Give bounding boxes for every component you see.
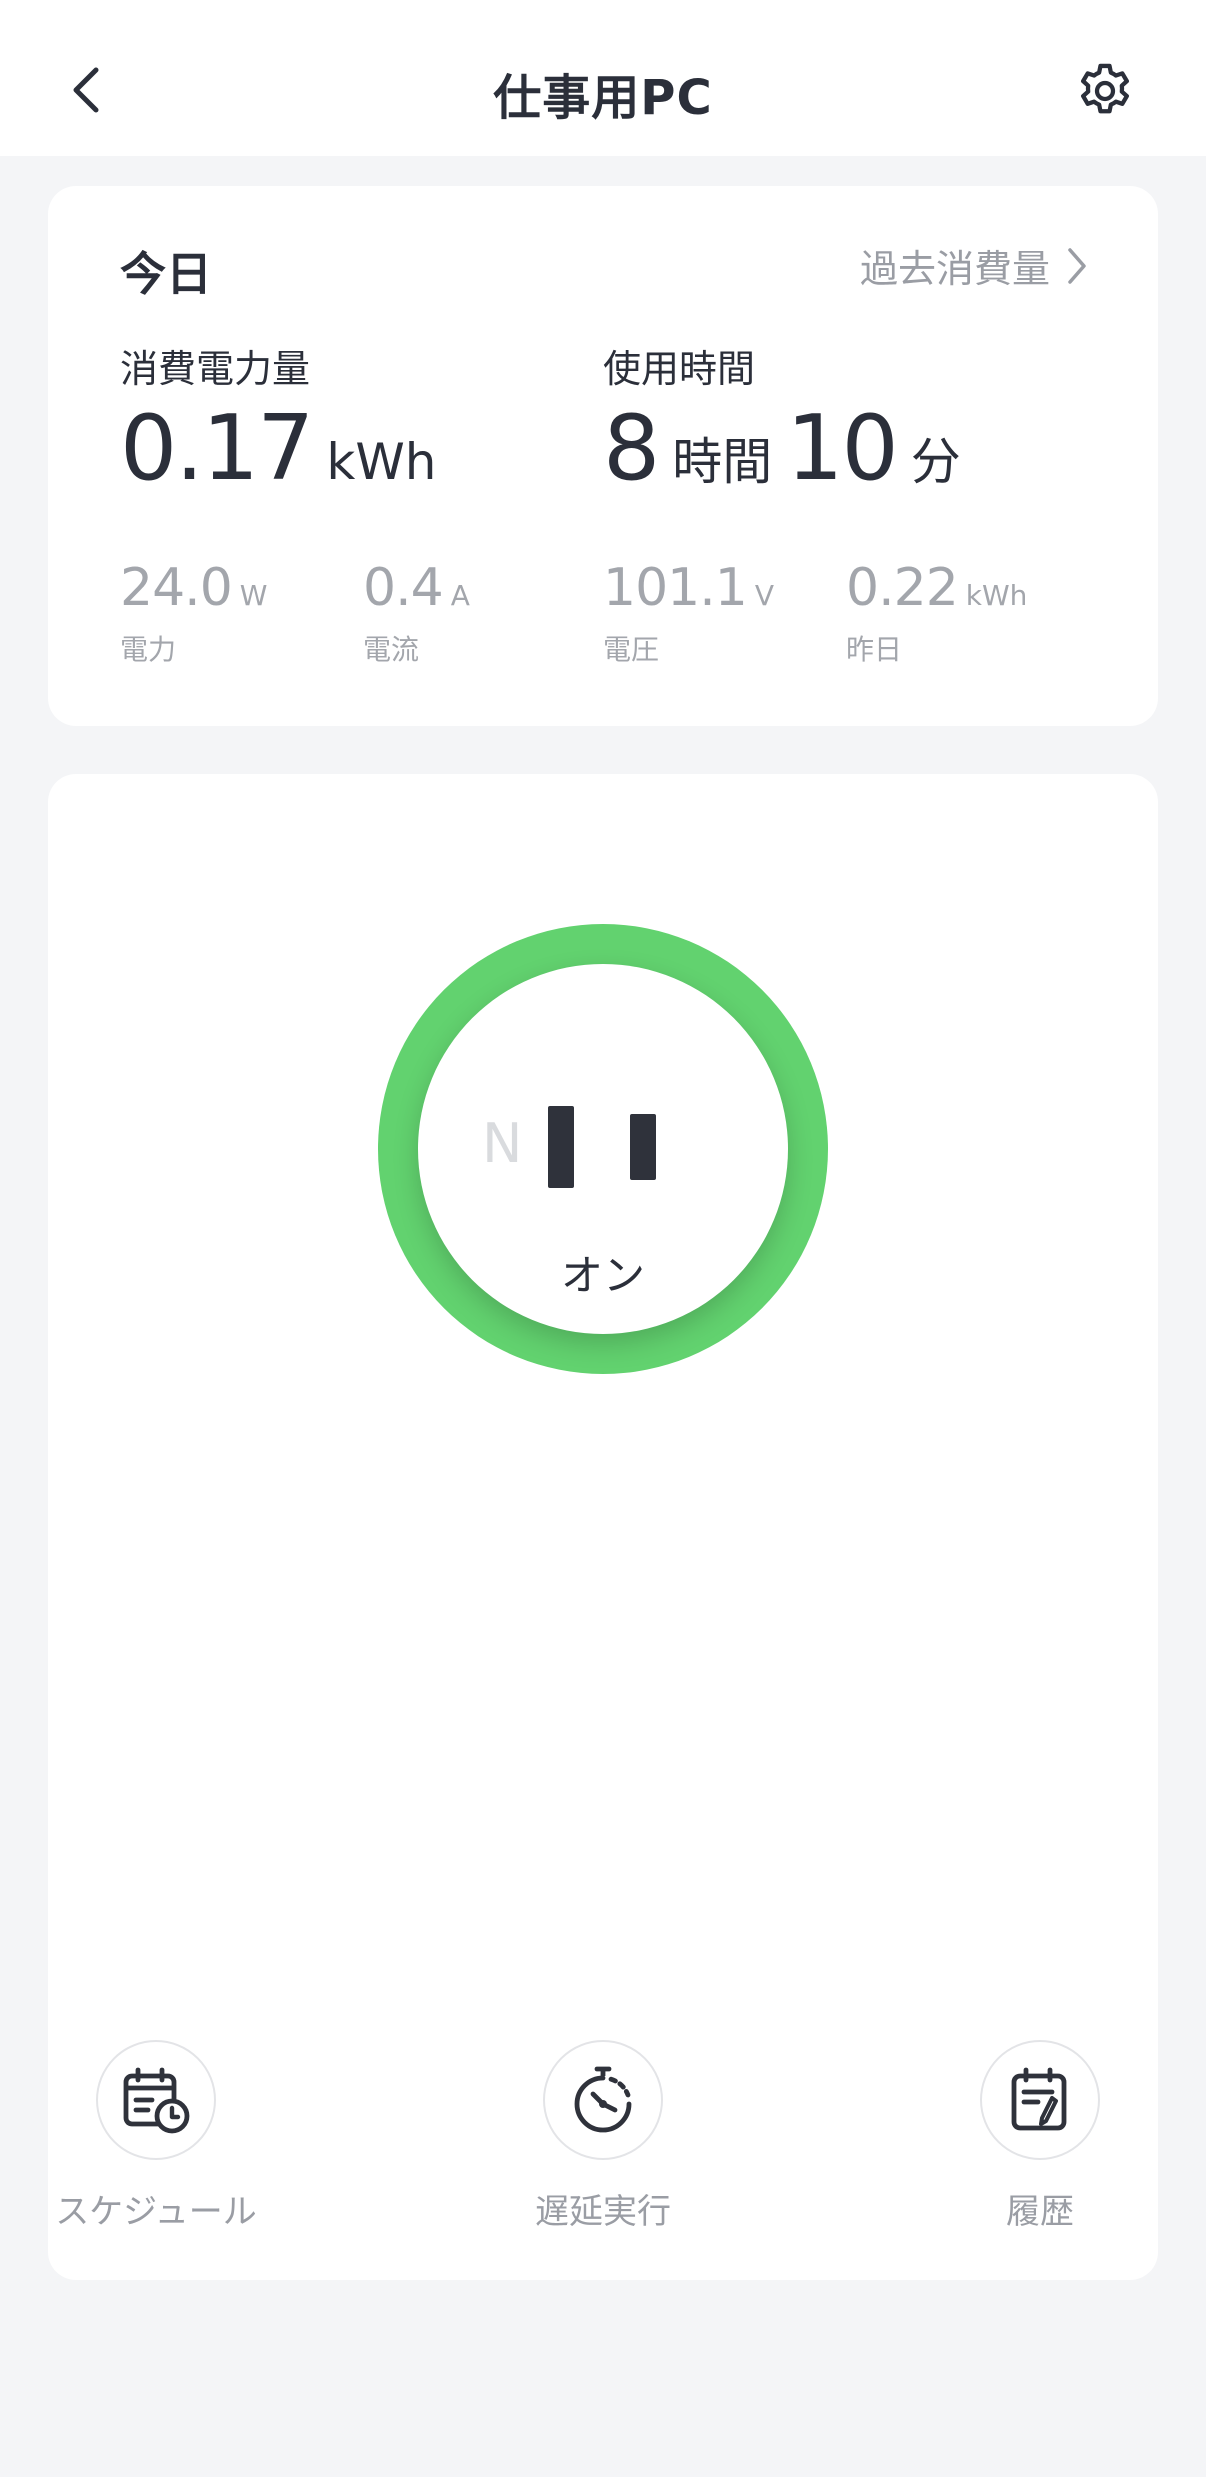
- usage-hours: 8: [603, 396, 660, 501]
- history-button[interactable]: 履歴: [930, 2040, 1150, 2233]
- schedule-icon-circle: [96, 2040, 216, 2160]
- outlet-slot-right: [630, 1114, 656, 1180]
- consumption-number: 0.17: [120, 396, 314, 501]
- current-label: 電流: [363, 633, 420, 666]
- power-value: 24.0: [120, 558, 233, 618]
- power-toggle-button[interactable]: N オン: [378, 924, 828, 1374]
- switch-card: N オン スケジュール 遅延実行 履歴: [48, 774, 1158, 2280]
- outlet-face: N オン: [418, 964, 788, 1334]
- power-unit: W: [239, 579, 268, 612]
- history-icon-circle: [980, 2040, 1100, 2160]
- power-state-label: オン: [560, 1251, 645, 1300]
- usage-minutes: 10: [786, 396, 899, 501]
- usage-time-label: 使用時間: [603, 347, 756, 391]
- current-metric: 0.4 A 電流: [363, 558, 470, 668]
- neutral-marker: N: [482, 1112, 523, 1175]
- history-notepad-icon: [1011, 2067, 1067, 2131]
- page-title: 仕事用PC: [493, 70, 713, 126]
- voltage-metric: 101.1 V 電圧: [603, 558, 774, 668]
- schedule-calendar-icon: [123, 2067, 190, 2134]
- yesterday-unit: kWh: [965, 579, 1028, 612]
- yesterday-label: 昨日: [846, 633, 903, 666]
- voltage-value: 101.1: [603, 558, 748, 618]
- outlet-slot-left: [548, 1106, 574, 1188]
- schedule-label: スケジュール: [55, 2192, 257, 2232]
- voltage-label: 電圧: [603, 633, 660, 666]
- history-link-label: 過去消費量: [859, 247, 1050, 291]
- delay-label: 遅延実行: [535, 2192, 671, 2232]
- consumption-label: 消費電力量: [120, 347, 311, 391]
- history-consumption-link[interactable]: 過去消費量: [860, 238, 1088, 293]
- schedule-button[interactable]: スケジュール: [46, 2040, 266, 2233]
- power-metric: 24.0 W 電力: [120, 558, 267, 668]
- usage-minutes-unit: 分: [910, 433, 961, 491]
- voltage-unit: V: [754, 579, 775, 612]
- energy-card: 今日 過去消費量 消費電力量 0.17 kWh 使用時間 8 時間 10 分 2…: [48, 186, 1158, 726]
- current-unit: A: [450, 579, 470, 612]
- yesterday-metric: 0.22 kWh 昨日: [846, 558, 1027, 668]
- delay-icon-circle: [543, 2040, 663, 2160]
- usage-hours-unit: 時間: [672, 433, 773, 491]
- power-label: 電力: [120, 633, 177, 666]
- timer-icon: [574, 2066, 632, 2133]
- app-header: 仕事用PC: [0, 0, 1206, 156]
- chevron-right-icon: [1068, 247, 1086, 284]
- settings-button[interactable]: [1070, 56, 1140, 126]
- delay-button[interactable]: 遅延実行: [493, 2040, 713, 2233]
- history-label: 履歴: [1006, 2192, 1074, 2232]
- period-label: 今日: [120, 247, 212, 301]
- consumption-unit: kWh: [326, 433, 437, 491]
- yesterday-value: 0.22: [846, 558, 959, 618]
- current-value: 0.4: [363, 558, 444, 618]
- usage-time-value: 8 時間 10 分: [603, 396, 975, 501]
- consumption-value: 0.17 kWh: [120, 396, 450, 501]
- gear-icon: [1081, 63, 1129, 114]
